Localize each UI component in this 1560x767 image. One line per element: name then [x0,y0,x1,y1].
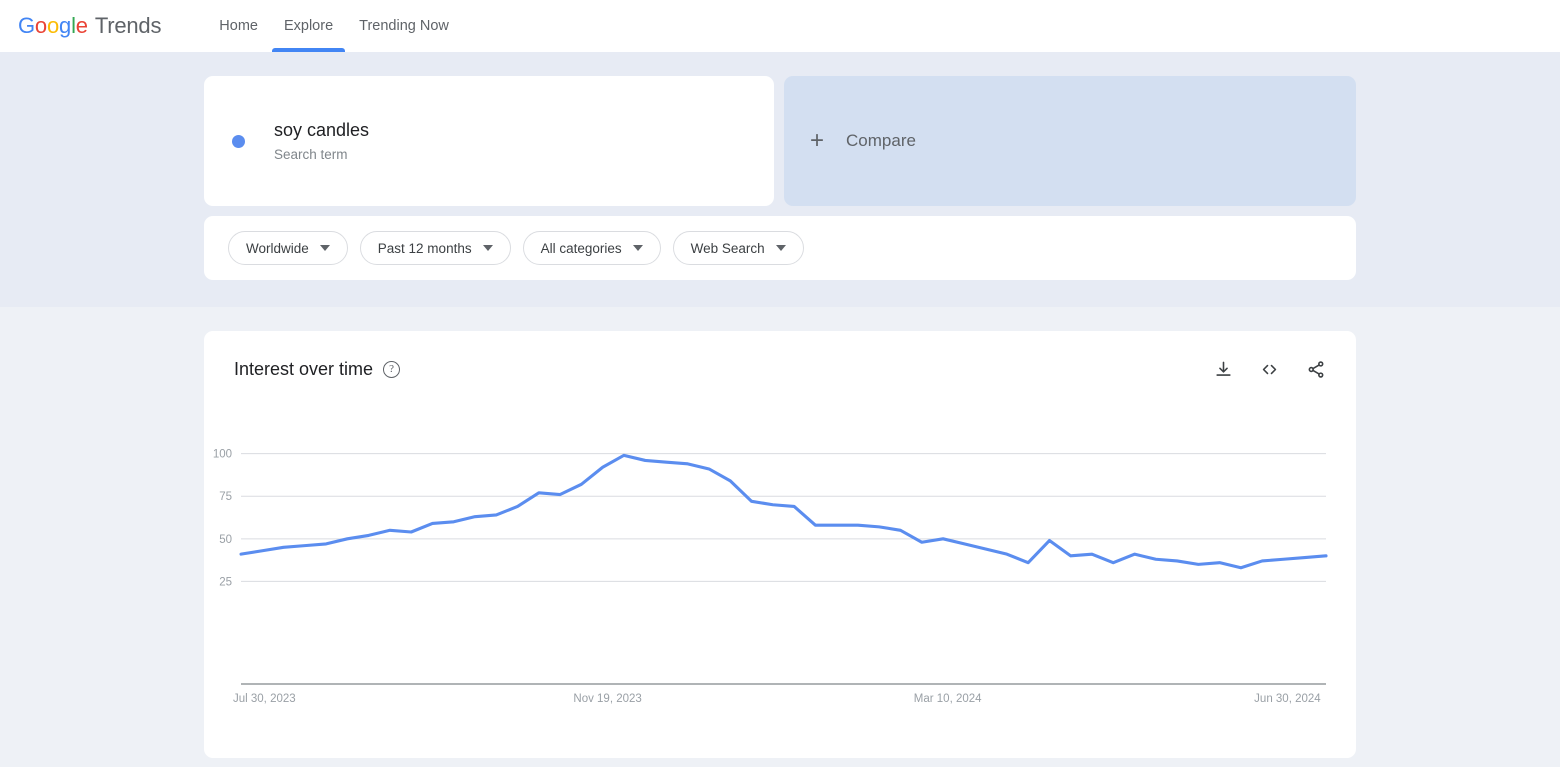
main-nav: Home Explore Trending Now [206,0,462,52]
filter-time-range-label: Past 12 months [377,240,472,256]
y-axis-tick-label: 75 [219,491,232,503]
chart-svg: 25 50 75 100 Jul 30, 2023 Nov 19, 2023 Mar 10,… [213,449,1328,705]
download-icon[interactable] [1214,360,1233,379]
google-trends-logo[interactable]: G o o g l e Trends [18,13,161,39]
nav-item-trending-now[interactable]: Trending Now [346,0,462,52]
nav-item-explore[interactable]: Explore [271,0,346,52]
logo-letter-o2: o [46,13,60,38]
filter-time-range[interactable]: Past 12 months [359,231,511,265]
series-color-dot [232,134,245,148]
results-band: Interest over time ? 25 50 75 100 Jul 30… [0,307,1560,758]
nav-item-home[interactable]: Home [206,0,271,52]
y-axis-tick-label: 25 [219,576,232,588]
filter-category[interactable]: All categories [522,231,661,265]
filter-search-type-label: Web Search [690,240,765,256]
filter-bar: Worldwide Past 12 months All categories … [204,216,1356,280]
filter-location[interactable]: Worldwide [228,231,348,265]
x-axis-tick-label: Mar 10, 2024 [914,693,982,705]
query-configuration-band: soy candles Search term + Compare Worldw… [0,52,1560,307]
chevron-down-icon [482,245,493,251]
chevron-down-icon [319,245,330,251]
chevron-down-icon [775,245,786,251]
x-axis-tick-label: Nov 19, 2023 [573,693,641,705]
chart-actions [1214,360,1326,379]
interest-over-time-card: Interest over time ? 25 50 75 100 Jul 30… [204,331,1356,758]
x-axis-tick-label: Jun 30, 2024 [1254,693,1321,705]
app-header: G o o g l e Trends Home Explore Trending… [0,0,1560,52]
filter-category-label: All categories [540,240,622,256]
plus-icon: + [810,127,825,154]
compare-button[interactable]: + Compare [784,76,1356,206]
search-term-name: soy candles [274,120,370,140]
logo-letter-g1: G [18,13,35,38]
filter-search-type[interactable]: Web Search [672,231,804,265]
embed-code-icon[interactable] [1259,360,1280,379]
compare-label: Compare [846,131,916,150]
logo-letter-g2: g [59,13,72,38]
logo-letter-e: e [75,13,88,38]
chart-line-series [239,453,1328,570]
chevron-down-icon [632,245,643,251]
page-title: Interest over time [234,359,374,379]
search-term-row: soy candles Search term + Compare [204,76,1356,206]
search-term-type: Search term [274,147,348,162]
filter-location-label: Worldwide [246,240,309,256]
y-axis-tick-label: 50 [219,534,232,546]
logo-trends-word: Trends [94,13,162,38]
share-icon[interactable] [1306,360,1326,379]
chart-header: Interest over time ? [204,331,1356,380]
search-term-card[interactable]: soy candles Search term [204,76,774,206]
x-axis-tick-label: Jul 30, 2023 [233,693,296,705]
interest-over-time-chart[interactable]: 25 50 75 100 Jul 30, 2023 Nov 19, 2023 Mar 10,… [204,426,1356,726]
logo-letter-o1: o [34,13,47,38]
help-icon[interactable]: ? [383,361,401,378]
y-axis-tick-label: 100 [213,449,232,461]
